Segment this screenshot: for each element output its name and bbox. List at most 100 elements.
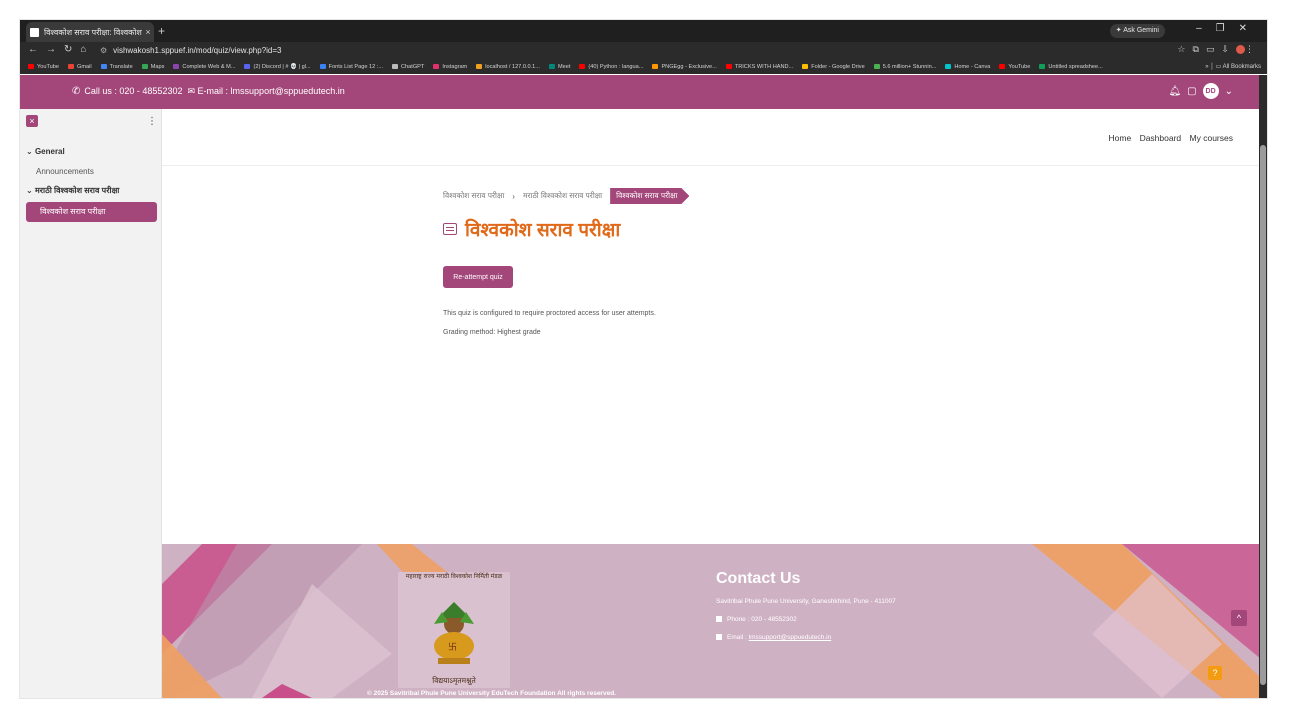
back-to-top-button[interactable]: ^	[1231, 610, 1247, 626]
url-field[interactable]: ⚙ vishwakosh1.sppuef.in/mod/quiz/view.php…	[100, 44, 282, 58]
bookmark-item[interactable]: 5.6 million+ Stunnin...	[873, 64, 937, 70]
nav-buttons: ←→↻⌂	[28, 44, 94, 55]
mail-icon	[716, 634, 722, 641]
sidebar-section-general[interactable]: ⌄ General	[26, 147, 65, 156]
copyright: © 2025 Savitribai Phule Pune University …	[367, 690, 616, 697]
close-drawer-button[interactable]: ×	[26, 115, 38, 127]
page-scrollbar[interactable]	[1259, 75, 1267, 698]
bookmark-favicon-icon	[319, 64, 326, 70]
back-icon[interactable]: ←	[28, 44, 46, 55]
drawer-options-icon[interactable]: ⋮	[147, 116, 157, 127]
nav-dashboard[interactable]: Dashboard	[1140, 133, 1182, 143]
new-tab-button[interactable]: +	[158, 24, 165, 38]
site-info-icon[interactable]: ⚙	[100, 46, 107, 55]
bookmark-item[interactable]: Complete Web & M...	[173, 64, 235, 70]
scrollbar-thumb[interactable]	[1260, 145, 1266, 685]
minimize-icon[interactable]: –	[1196, 23, 1216, 34]
bookmark-favicon-icon	[100, 64, 107, 70]
profile-avatar-icon[interactable]	[1236, 45, 1245, 55]
restore-icon[interactable]: ❐	[1216, 23, 1239, 34]
bookmark-item[interactable]: (40) Python : langua...	[579, 64, 643, 70]
bookmark-favicon-icon	[1039, 64, 1046, 70]
bookmark-favicon-icon	[28, 64, 34, 70]
reattempt-quiz-button[interactable]: Re-attempt quiz	[443, 266, 513, 288]
email-text: E-mail : lmssupport@sppuedutech.in	[197, 86, 345, 96]
bookmark-label: Meet	[557, 64, 571, 70]
help-button[interactable]: ?	[1208, 666, 1222, 680]
ask-gemini-button[interactable]: ✦ Ask Gemini	[1109, 24, 1165, 38]
notifications-icon[interactable]: 🔔︎	[1168, 86, 1181, 97]
bookmark-item[interactable]: Gmail	[67, 64, 92, 70]
sidebar-item-active-quiz[interactable]: विश्वकोश सराव परीक्षा	[26, 202, 157, 222]
user-tools: 🔔︎ ▢ DD ⌄	[1168, 83, 1233, 99]
bookmark-favicon-icon	[141, 64, 148, 70]
bookmark-item[interactable]: Fonts List Page 12 :...	[319, 64, 383, 70]
bookmark-favicon-icon	[476, 64, 483, 70]
bookmark-item[interactable]: Untitled spreadshee...	[1039, 64, 1103, 70]
bookmark-label: Home - Canva	[954, 64, 991, 70]
bookmark-item[interactable]: Meet	[548, 64, 571, 70]
course-index-drawer: × ⋮ ⌄ General Announcements ⌄ मराठी विश्…	[20, 109, 162, 698]
sidebar-item-announcements[interactable]: Announcements	[36, 167, 94, 176]
chevron-down-icon[interactable]: ⌄	[1225, 86, 1233, 97]
proctor-info: This quiz is configured to require proct…	[443, 310, 656, 317]
phone-icon	[716, 616, 722, 623]
bookmark-item[interactable]: Translate	[100, 64, 133, 70]
breadcrumb-item[interactable]: मराठी विश्वकोश सराव परीक्षा	[523, 191, 602, 201]
bookmark-label: localhost / 127.0.0.1...	[485, 64, 540, 70]
home-icon[interactable]: ⌂	[80, 44, 94, 55]
downloads-icon[interactable]: ⇩	[1221, 44, 1236, 54]
bookmark-item[interactable]: Home - Canva	[945, 64, 990, 70]
contact-title: Contact Us	[716, 570, 801, 587]
toolbar-right: ☆⧉▭⇩ ⋮	[1177, 44, 1261, 55]
phone-icon: ✆	[72, 86, 81, 97]
bookmark-item[interactable]: ChatGPT	[392, 64, 424, 70]
bookmark-label: 5.6 million+ Stunnin...	[882, 64, 937, 70]
bookmark-item[interactable]: YouTube	[28, 64, 59, 70]
cast-icon[interactable]: ▭	[1206, 44, 1222, 54]
browser-tab[interactable]: विश्वकोश सराव परीक्षा: विश्वकोश स ×	[26, 22, 154, 42]
bookmark-label: PNGEgg - Exclusive...	[661, 64, 717, 70]
bookmark-favicon-icon	[945, 64, 952, 70]
reload-icon[interactable]: ↻	[64, 44, 80, 55]
extensions-icon[interactable]: ⧉	[1193, 44, 1206, 54]
bookmarks-bar: YouTube Gmail Translate Maps Complete Web & …	[20, 60, 1267, 74]
menu-kebab-icon[interactable]: ⋮	[1245, 44, 1261, 54]
bookmark-item[interactable]: Maps	[141, 64, 164, 70]
contact-strip: ✆ Call us : 020 - 48552302 ✉ E-mail : lms…	[72, 86, 345, 97]
logo-emblem-icon: 卐	[434, 602, 474, 664]
site-topbar: ✆ Call us : 020 - 48552302 ✉ E-mail : lms…	[20, 75, 1267, 109]
site-favicon-icon	[30, 27, 39, 37]
bookmark-favicon-icon	[873, 64, 880, 70]
bookmark-label: ChatGPT	[401, 64, 425, 70]
sidebar-section-marathi-quiz[interactable]: ⌄ मराठी विश्वकोश सराव परीक्षा	[26, 185, 119, 196]
window-controls[interactable]: –❐✕	[1196, 23, 1261, 34]
chevron-down-icon: ⌄	[26, 186, 33, 195]
folder-icon: ▭	[1215, 64, 1222, 70]
nav-my-courses[interactable]: My courses	[1190, 133, 1233, 143]
bookmark-item[interactable]: YouTube	[999, 64, 1030, 70]
tab-close-icon[interactable]: ×	[142, 27, 154, 37]
bookmark-item[interactable]: Instagram	[433, 64, 467, 70]
bookmark-favicon-icon	[392, 64, 399, 70]
bookmark-star-icon[interactable]: ☆	[1177, 44, 1192, 54]
forward-icon[interactable]: →	[46, 44, 64, 55]
bookmark-item[interactable]: PNGEgg - Exclusive...	[652, 64, 717, 70]
bookmark-favicon-icon	[173, 64, 180, 70]
page-title-text: विश्वकोश सराव परीक्षा	[465, 220, 621, 241]
breadcrumb-item[interactable]: विश्वकोश सराव परीक्षा	[443, 191, 504, 201]
sidebar-section-label: General	[34, 147, 65, 156]
user-avatar[interactable]: DD	[1202, 83, 1219, 99]
bookmark-item[interactable]: (2) Discord | # 💀 | gl...	[244, 64, 311, 70]
contact-email-link[interactable]: lmssupport@sppuedutech.in	[749, 634, 831, 641]
bookmark-label: Translate	[109, 64, 133, 70]
nav-home[interactable]: Home	[1109, 133, 1132, 143]
all-bookmarks[interactable]: » │ ▭ All Bookmarks	[1205, 60, 1261, 74]
bookmark-label: TRICKS WITH HAND...	[734, 64, 794, 70]
bookmark-item[interactable]: TRICKS WITH HAND...	[725, 64, 794, 70]
bookmark-item[interactable]: Folder - Google Drive	[802, 64, 865, 70]
messages-icon[interactable]: ▢	[1187, 86, 1196, 97]
bookmark-favicon-icon	[67, 64, 74, 70]
close-window-icon[interactable]: ✕	[1239, 23, 1261, 34]
bookmark-item[interactable]: localhost / 127.0.0.1...	[476, 64, 540, 70]
